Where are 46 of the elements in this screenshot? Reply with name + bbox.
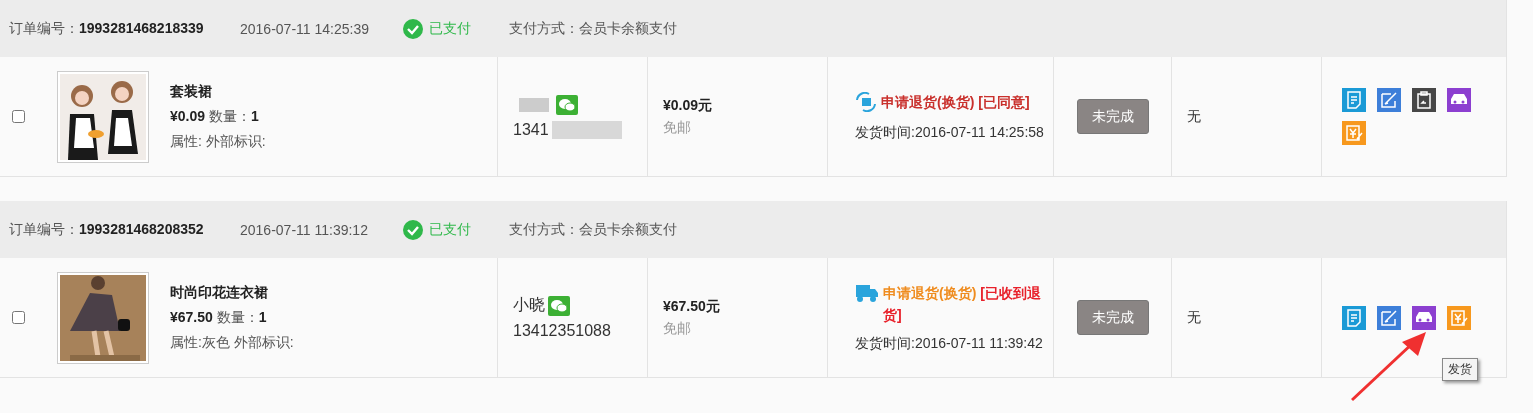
payment-method: 支付方式：会员卡余额支付 [509, 220, 677, 239]
price-quantity: ¥0.09 数量：1 [170, 107, 260, 126]
order-total: ¥67.50元 [663, 297, 721, 316]
doc-icon[interactable] [1342, 305, 1366, 330]
price-quantity: ¥67.50 数量：1 [170, 308, 268, 327]
buyer-phone: 13412351088 [513, 322, 611, 340]
edit-icon[interactable] [1377, 305, 1401, 330]
yen-icon[interactable] [1342, 121, 1366, 145]
order-total: ¥0.09元 [663, 96, 714, 115]
chat-icon [548, 295, 570, 316]
product-attributes: 属性:灰色 外部标识: [170, 333, 294, 352]
remark: 无 [1187, 107, 1202, 126]
product-attributes: 属性: 外部标识: [170, 132, 266, 151]
shipping-fee: 免邮 [663, 118, 692, 137]
yen-icon[interactable] [1447, 305, 1471, 330]
return-status: 申请退货(换货) [已同意] [881, 93, 1031, 112]
doc-icon[interactable] [1342, 88, 1366, 112]
ship-time: 发货时间:2016-07-11 14:25:58 [855, 124, 1045, 142]
clipboard-icon[interactable] [1412, 88, 1436, 112]
status-button[interactable]: 未完成 [1077, 300, 1149, 335]
car-icon[interactable] [1447, 88, 1471, 112]
shipping-fee: 免邮 [663, 319, 692, 338]
payment-status: 已支付 [429, 19, 471, 38]
product-name: 时尚印花连衣裙 [170, 283, 269, 302]
payment-method: 支付方式：会员卡余额支付 [509, 19, 677, 38]
tooltip: 发货 [1442, 357, 1478, 381]
status-button[interactable]: 未完成 [1077, 99, 1149, 134]
order-number: 订单编号：1993281468218339 [9, 19, 205, 38]
ship-time: 发货时间:2016-07-11 11:39:42 [855, 335, 1044, 353]
row-checkbox[interactable] [12, 110, 25, 123]
return-status: 申请退货(换货) [已收到退货] [883, 284, 1042, 325]
buyer-phone: 1341 [513, 120, 549, 139]
product-name: 套装裙 [170, 82, 213, 101]
order-time: 2016-07-11 14:25:39 [240, 20, 370, 37]
blurred-phone [551, 120, 622, 139]
order-time: 2016-07-11 11:39:12 [240, 221, 369, 238]
check-icon [403, 18, 423, 39]
payment-status: 已支付 [429, 220, 471, 239]
buyer-name: 小晓 [513, 295, 545, 315]
row-checkbox[interactable] [12, 311, 25, 324]
edit-icon[interactable] [1377, 88, 1401, 112]
check-icon [403, 219, 423, 240]
car-icon[interactable] [1412, 305, 1436, 330]
remark: 无 [1187, 308, 1202, 327]
chat-icon [556, 94, 578, 115]
order-number: 订单编号：1993281468208352 [9, 220, 205, 239]
